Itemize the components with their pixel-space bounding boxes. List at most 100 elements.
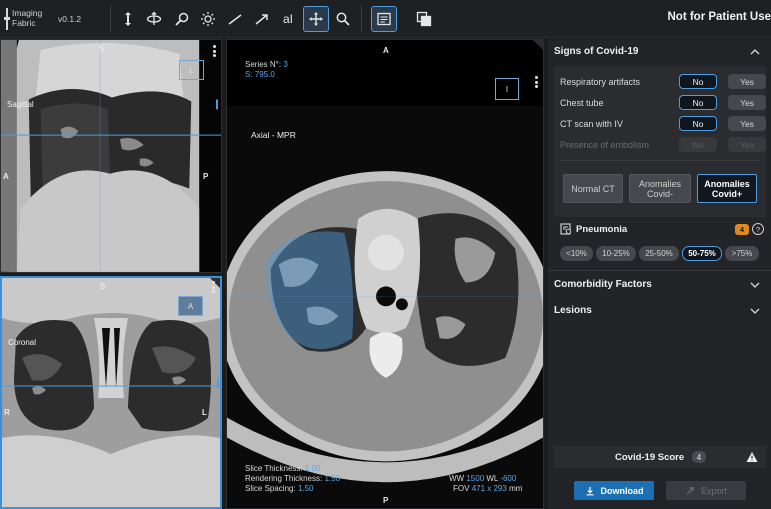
slice-position: S: 795.0 [245,70,275,79]
pneumonia-option-lt10[interactable]: <10% [560,246,593,261]
logo-mark-icon [4,8,10,30]
anomalies-covid-negative-button[interactable]: Anomalies Covid- [629,174,691,203]
warning-icon [746,452,758,462]
viewport-corner [533,40,543,50]
no-button[interactable]: No [679,74,717,89]
magnify-icon[interactable] [331,7,355,31]
lesions-section-title: Lesions [554,305,592,316]
signs-section-header[interactable]: Signs of Covid-19 [554,46,766,57]
chevron-down-icon[interactable] [750,306,760,316]
rotate-3d-icon[interactable] [142,7,166,31]
field-of-view: FOV 471 x 293 mm [453,484,522,493]
section-divider [548,270,771,271]
coronal-viewport[interactable]: S R L Coronal A [0,276,222,509]
chevron-up-icon[interactable] [750,47,760,57]
slice-thickness-label: Slice Thickness: [245,464,303,473]
viewport-label: Axial - MPR [251,130,296,140]
orientation-cube[interactable]: L [179,60,204,80]
rendering-thickness-label: Rendering Thickness: [245,474,323,483]
rendering-thickness-value: 1.50 [324,474,341,483]
pneumonia-option-gt75[interactable]: >75% [725,246,759,261]
orientation-cube[interactable]: A [178,296,203,316]
yes-button: Yes [728,137,766,152]
question-label: Respiratory artifacts [560,77,641,87]
orientation-top: S [99,44,105,53]
series-info: Series N°: 3 [245,60,288,69]
anomalies-covid-positive-button[interactable]: Anomalies Covid+ [697,174,757,203]
orientation-top: S [100,282,106,291]
normal-ct-button[interactable]: Normal CT [563,174,623,203]
not-for-patient-use-label: Not for Patient Use [667,11,771,23]
no-button[interactable]: No [679,116,717,131]
app-logo: Imaging Fabric [4,6,54,32]
arrow-annotation-icon[interactable] [250,7,274,31]
pneumonia-icon [560,223,572,235]
viewport-menu-icon[interactable] [213,45,217,57]
sagittal-viewport[interactable]: S A P Sagittal L [0,39,222,273]
pneumonia-badge: 4 [735,224,749,235]
rendering-thickness: Rendering Thickness: 1.50 [245,474,340,483]
orientation-right: P [203,172,209,181]
yes-button[interactable]: Yes [728,95,766,110]
slice-spacing-value: 1.50 [297,484,314,493]
orientation-top: A [383,46,389,55]
wl-label: WL [486,474,499,483]
yes-button[interactable]: Yes [728,74,766,89]
toolbar-divider [110,6,111,32]
download-button[interactable]: Download [574,481,654,500]
pneumonia-option-10-25[interactable]: 10-25% [596,246,636,261]
wl-value: -600 [500,474,517,483]
zoom-icon[interactable] [170,7,194,31]
fov-unit: mm [509,484,523,493]
orientation-cube[interactable]: I [495,78,519,100]
help-icon[interactable]: ? [752,223,764,235]
layers-icon[interactable] [412,7,436,31]
covid-score-label: Covid-19 Score [615,452,685,463]
viewport-label: Coronal [8,338,37,347]
fov-value: 471 x 293 [471,484,507,493]
top-toolbar: Imaging Fabric v0.1.2 aI Not for Patient… [0,0,771,38]
brightness-icon[interactable] [196,7,220,31]
scroll-vertical-icon[interactable] [116,7,140,31]
text-annotation-icon[interactable]: aI [276,7,300,31]
export-label: Export [700,485,727,496]
slice-thickness: Slice Thickness: 1.50 [245,464,320,473]
yes-button[interactable]: Yes [728,116,766,131]
pneumonia-option-25-50[interactable]: 25-50% [639,246,679,261]
s-label: S: [245,70,253,79]
comorbidity-section-header[interactable]: Comorbidity Factors [554,279,766,290]
slice-spacing-label: Slice Spacing: [245,484,296,493]
question-label: CT scan with IV [560,119,623,129]
toolbar-divider [361,6,362,32]
report-icon[interactable] [371,6,397,32]
lesions-section-header[interactable]: Lesions [554,305,766,316]
viewport-label: Sagittal [7,100,34,109]
ww-label: WW [449,474,465,483]
pan-icon[interactable] [303,6,329,32]
app-version: v0.1.2 [58,14,82,24]
slice-spacing: Slice Spacing: 1.50 [245,484,314,493]
pneumonia-header: Pneumonia 4 ? [560,223,764,237]
no-button: No [679,137,717,152]
line-measure-icon[interactable] [223,7,247,31]
window-level: WW 1500 WL -600 [449,474,516,483]
axial-viewport[interactable]: Series N°: 3 S: 795.0 Axial - MPR A P I … [226,39,544,509]
orientation-left: A [3,172,9,181]
download-icon [586,486,593,495]
slice-thickness-value: 1.50 [304,464,321,473]
fov-label: FOV [453,484,470,493]
viewport-menu-icon[interactable] [212,281,216,293]
series-value: 3 [283,60,288,69]
question-chest-tube: Chest tube No Yes [560,95,766,111]
chevron-down-icon[interactable] [750,280,760,290]
no-button[interactable]: No [679,95,717,110]
export-button: Export [666,481,746,500]
viewport-menu-icon[interactable] [535,76,539,88]
s-value: 795.0 [254,70,275,79]
question-label: Chest tube [560,98,604,108]
ww-value: 1500 [466,474,485,483]
signs-section-title: Signs of Covid-19 [554,46,639,57]
pneumonia-option-50-75[interactable]: 50-75% [682,246,722,261]
question-embolism: Presence of embolism No Yes [560,137,766,153]
comorbidity-section-title: Comorbidity Factors [554,279,652,290]
